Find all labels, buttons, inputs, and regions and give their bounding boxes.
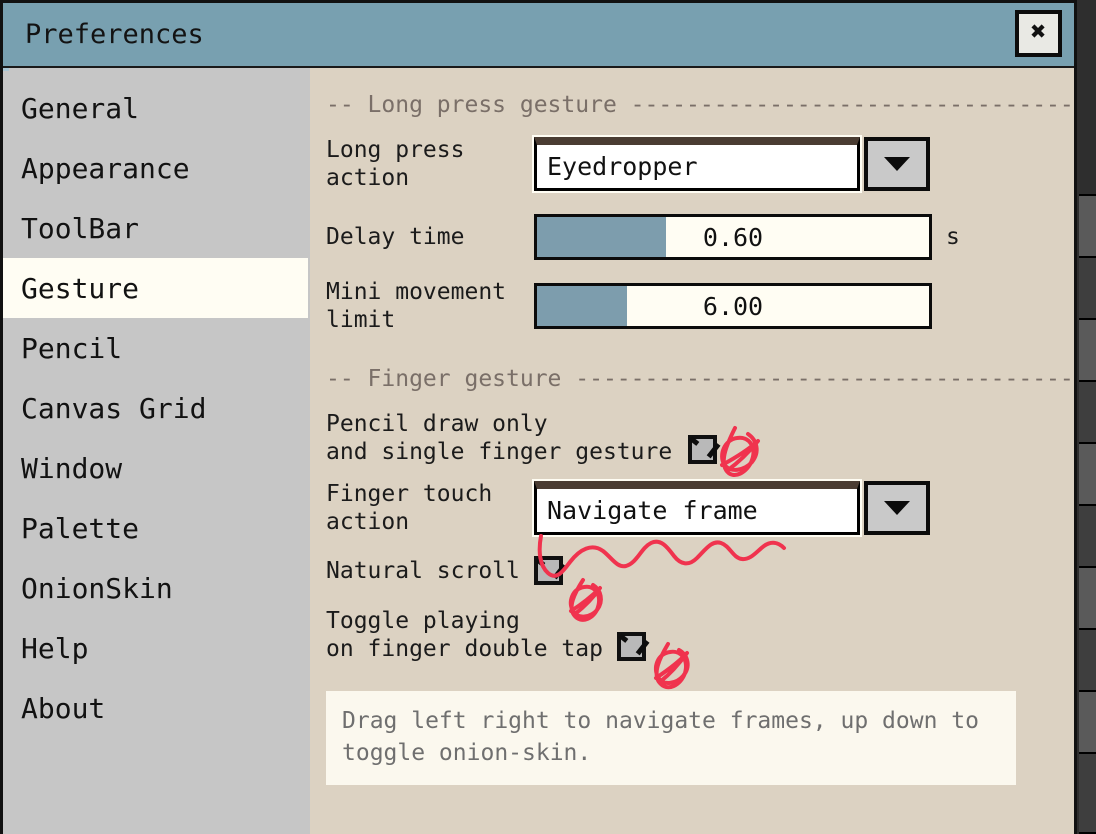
settings-content-pane: -- Long press gesture ------------------… [310,68,1074,834]
natural-scroll-label: Natural scroll [326,557,520,584]
sidebar-item-label: Help [21,631,89,665]
row-pencil-draw-only: Pencil draw only and single finger gestu… [326,410,1074,466]
close-icon: ✖ [1030,17,1047,47]
mini-movement-value: 6.00 [702,291,764,321]
sidebar-item-help[interactable]: Help [3,618,308,678]
frame-cell[interactable] [1079,754,1096,834]
sidebar-item-label: OnionSkin [21,571,173,605]
row-mini-movement: Mini movement limit 6.00 [326,278,1074,334]
row-finger-touch-action: Finger touch action Navigate frame [326,480,1074,536]
finger-touch-action-combo[interactable]: Navigate frame [534,481,930,535]
preferences-dialog: Preferences ✖ General Appearance ToolBar Ge… [0,0,1077,834]
long-press-action-combo[interactable]: Eyedropper [534,137,930,191]
sidebar-item-appearance[interactable]: Appearance [3,138,308,198]
finger-touch-action-label: Finger touch action [326,481,493,535]
long-press-action-value[interactable]: Eyedropper [534,137,860,191]
section-header-finger-gesture: -- Finger gesture ----------------------… [326,366,1074,392]
mini-movement-slider[interactable]: 6.00 [534,283,932,329]
pencil-draw-only-checkbox[interactable] [688,431,721,464]
delay-time-label: Delay time [326,224,465,250]
frame-cell[interactable] [1079,382,1096,444]
frame-cell[interactable] [1079,320,1096,382]
chevron-down-icon [884,157,910,171]
frame-cell[interactable] [1079,196,1096,258]
sidebar-item-canvas-grid[interactable]: Canvas Grid [3,378,308,438]
frame-cell[interactable] [1079,258,1096,320]
sidebar-item-about[interactable]: About [3,678,308,738]
sidebar-item-label: Pencil [21,331,123,365]
sidebar-item-gesture[interactable]: Gesture [3,258,308,318]
row-delay-time: Delay time 0.60 s [326,214,1074,260]
sidebar-item-label: Palette [21,511,140,545]
long-press-action-label: Long press action [326,137,465,191]
sidebar-item-pencil[interactable]: Pencil [3,318,308,378]
sidebar-item-window[interactable]: Window [3,438,308,498]
toggle-playing-label: Toggle playing on finger double tap [326,608,603,662]
sidebar-item-label: ToolBar [21,211,140,245]
gesture-help-text: Drag left right to navigate frames, up d… [326,691,1016,785]
pencil-draw-only-label: Pencil draw only and single finger gestu… [326,411,673,465]
long-press-action-dropdown-button[interactable] [864,137,930,191]
sidebar-nav: General Appearance ToolBar Gesture Pencil Can… [3,68,310,834]
mini-movement-label: Mini movement limit [326,279,507,333]
row-toggle-playing: Toggle playing on finger double tap [326,607,1074,663]
frame-cell[interactable] [1079,506,1096,568]
delay-time-slider[interactable]: 0.60 [534,214,932,260]
finger-touch-action-value[interactable]: Navigate frame [534,481,860,535]
close-button[interactable]: ✖ [1015,10,1062,57]
delay-time-unit: s [946,224,960,250]
sidebar-item-label: General [21,91,140,125]
finger-touch-action-dropdown-button[interactable] [864,481,930,535]
frame-cell[interactable] [1079,0,1096,196]
sidebar-item-label: About [21,691,106,725]
sidebar-item-label: Gesture [21,271,140,305]
section-header-long-press: -- Long press gesture ------------------… [326,92,1074,118]
frame-cell[interactable] [1079,444,1096,506]
row-long-press-action: Long press action Eyedropper [326,136,1074,192]
natural-scroll-checkbox[interactable] [533,552,567,585]
check-icon [692,431,721,459]
sidebar-item-label: Appearance [21,151,190,185]
sidebar-item-label: Canvas Grid [21,391,207,425]
frame-cell[interactable] [1079,630,1096,692]
dialog-titlebar[interactable]: Preferences ✖ [3,3,1074,68]
chevron-down-icon [884,501,910,515]
dialog-body: General Appearance ToolBar Gesture Pencil Can… [3,68,1074,834]
delay-time-value: 0.60 [702,222,764,252]
sidebar-item-palette[interactable]: Palette [3,498,308,558]
check-icon [621,628,650,656]
page-title: Preferences [25,19,204,50]
frame-cell[interactable] [1079,568,1096,630]
sidebar-item-label: Window [21,451,123,485]
check-icon [538,552,567,580]
frame-timeline-strip[interactable] [1079,0,1096,834]
sidebar-item-onionskin[interactable]: OnionSkin [3,558,308,618]
sidebar-item-toolbar[interactable]: ToolBar [3,198,308,258]
sidebar-item-general[interactable]: General [3,78,308,138]
frame-cell[interactable] [1079,692,1096,754]
toggle-playing-checkbox[interactable] [616,628,650,661]
row-natural-scroll: Natural scroll [326,552,1074,585]
